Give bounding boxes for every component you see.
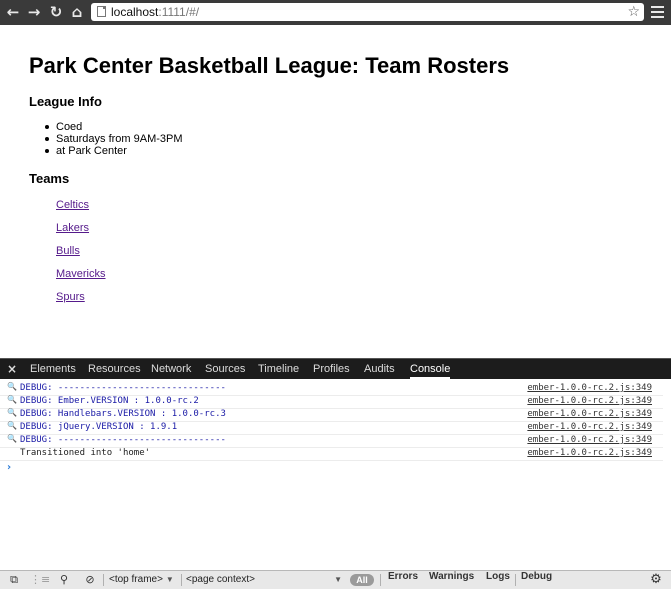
devtools-status-bar: ⧉ ⋮≡ ⚲ ⊘ <top frame> ▼ <page context> ▼ Al…	[0, 570, 671, 589]
console-source-link[interactable]: ember-1.0.0-rc.2.js:349	[527, 447, 652, 460]
debug-magnifier-icon: 🔍	[7, 434, 17, 443]
team-link-lakers[interactable]: Lakers	[56, 222, 89, 234]
team-link-mavericks[interactable]: Mavericks	[56, 268, 106, 280]
console-message: Transitioned into 'home'	[20, 448, 151, 458]
page-title: Park Center Basketball League: Team Rost…	[29, 53, 510, 78]
debug-magnifier-icon: 🔍	[7, 408, 17, 417]
search-icon[interactable]: ⚲	[56, 572, 72, 588]
console-source-link[interactable]: ember-1.0.0-rc.2.js:349	[527, 382, 652, 395]
console-row: 🔍 DEBUG: jQuery.VERSION : 1.9.1 ember-1.…	[0, 421, 663, 435]
url-path: :1111/#/	[158, 5, 200, 19]
console-message: DEBUG: -------------------------------	[20, 383, 226, 393]
dock-toggle-icon[interactable]: ⧉	[6, 572, 22, 588]
status-divider	[380, 574, 381, 586]
status-divider	[515, 574, 516, 586]
tab-elements[interactable]: Elements	[30, 359, 76, 379]
address-bar[interactable]: localhost:1111/#/ ☆	[91, 3, 644, 21]
filter-errors[interactable]: Errors	[388, 571, 418, 582]
info-item: Coed	[45, 121, 183, 133]
tab-profiles[interactable]: Profiles	[313, 359, 350, 379]
console-row: Transitioned into 'home' ember-1.0.0-rc.…	[0, 447, 663, 461]
league-info-list: Coed Saturdays from 9AM-3PM at Park Cent…	[45, 121, 183, 157]
console-message: DEBUG: Handlebars.VERSION : 1.0.0-rc.3	[20, 409, 226, 419]
console-row: 🔍 DEBUG: Ember.VERSION : 1.0.0-rc.2 embe…	[0, 395, 663, 409]
frame-select-arrow-icon: ▼	[165, 575, 174, 584]
console-row: 🔍 DEBUG: -------------------------------…	[0, 382, 663, 396]
frame-select-value: <top frame>	[109, 574, 163, 585]
close-devtools-icon[interactable]: ×	[7, 359, 17, 379]
tab-audits[interactable]: Audits	[364, 359, 395, 379]
filter-all[interactable]: All	[350, 574, 374, 586]
devtools-tab-bar: × Elements Resources Network Sources Tim…	[0, 358, 671, 379]
console-message: DEBUG: Ember.VERSION : 1.0.0-rc.2	[20, 396, 199, 406]
reload-icon[interactable]: ↻	[48, 3, 64, 21]
filter-logs[interactable]: Logs	[486, 571, 510, 582]
tab-resources[interactable]: Resources	[88, 359, 141, 379]
console-message: DEBUG: -------------------------------	[20, 435, 226, 445]
status-divider	[181, 574, 182, 586]
team-link-celtics[interactable]: Celtics	[56, 199, 89, 211]
status-divider	[103, 574, 104, 586]
console-source-link[interactable]: ember-1.0.0-rc.2.js:349	[527, 421, 652, 434]
console-prompt-icon[interactable]: ›	[7, 462, 11, 473]
info-item: at Park Center	[45, 145, 183, 157]
console-message: DEBUG: jQuery.VERSION : 1.9.1	[20, 422, 178, 432]
browser-toolbar: ← → ↻ ⌂ localhost:1111/#/ ☆	[0, 0, 671, 25]
tab-console[interactable]: Console	[410, 359, 451, 379]
debug-magnifier-icon: 🔍	[7, 382, 17, 391]
console-source-link[interactable]: ember-1.0.0-rc.2.js:349	[527, 434, 652, 447]
frame-select[interactable]: <top frame> ▼	[109, 571, 174, 589]
league-info-heading: League Info	[29, 94, 102, 109]
tab-network[interactable]: Network	[151, 359, 191, 379]
console-source-link[interactable]: ember-1.0.0-rc.2.js:349	[527, 408, 652, 421]
debug-magnifier-icon: 🔍	[7, 395, 17, 404]
filter-debug[interactable]: Debug	[521, 571, 552, 582]
page-content: Park Center Basketball League: Team Rost…	[0, 25, 671, 358]
tab-sources[interactable]: Sources	[205, 359, 245, 379]
console-drawer-icon[interactable]: ⋮≡	[30, 572, 50, 588]
bookmark-star-icon[interactable]: ☆	[627, 3, 640, 21]
devtools-panel: × Elements Resources Network Sources Tim…	[0, 358, 671, 589]
address-url[interactable]: localhost:1111/#/	[111, 3, 199, 21]
url-host: localhost	[111, 5, 159, 19]
teams-heading: Teams	[29, 171, 70, 186]
menu-icon[interactable]	[651, 6, 664, 18]
context-select-arrow-icon: ▼	[334, 575, 342, 584]
tab-timeline[interactable]: Timeline	[258, 359, 299, 379]
settings-gear-icon[interactable]: ⚙	[648, 572, 664, 588]
info-item: Saturdays from 9AM-3PM	[45, 133, 183, 145]
console-output[interactable]: 🔍 DEBUG: -------------------------------…	[0, 379, 671, 570]
console-row: 🔍 DEBUG: Handlebars.VERSION : 1.0.0-rc.3…	[0, 408, 663, 422]
console-source-link[interactable]: ember-1.0.0-rc.2.js:349	[527, 395, 652, 408]
page-icon	[97, 6, 106, 17]
back-arrow-icon[interactable]: ←	[5, 3, 21, 21]
forward-arrow-icon[interactable]: →	[26, 3, 42, 21]
home-icon[interactable]: ⌂	[69, 3, 85, 21]
clear-console-icon[interactable]: ⊘	[82, 572, 98, 588]
filter-warnings[interactable]: Warnings	[429, 571, 474, 582]
team-link-bulls[interactable]: Bulls	[56, 245, 80, 257]
context-select-value: <page context>	[186, 574, 255, 585]
context-select[interactable]: <page context> ▼	[186, 571, 342, 589]
team-link-spurs[interactable]: Spurs	[56, 291, 85, 303]
debug-magnifier-icon: 🔍	[7, 421, 17, 430]
console-row: 🔍 DEBUG: -------------------------------…	[0, 434, 663, 448]
